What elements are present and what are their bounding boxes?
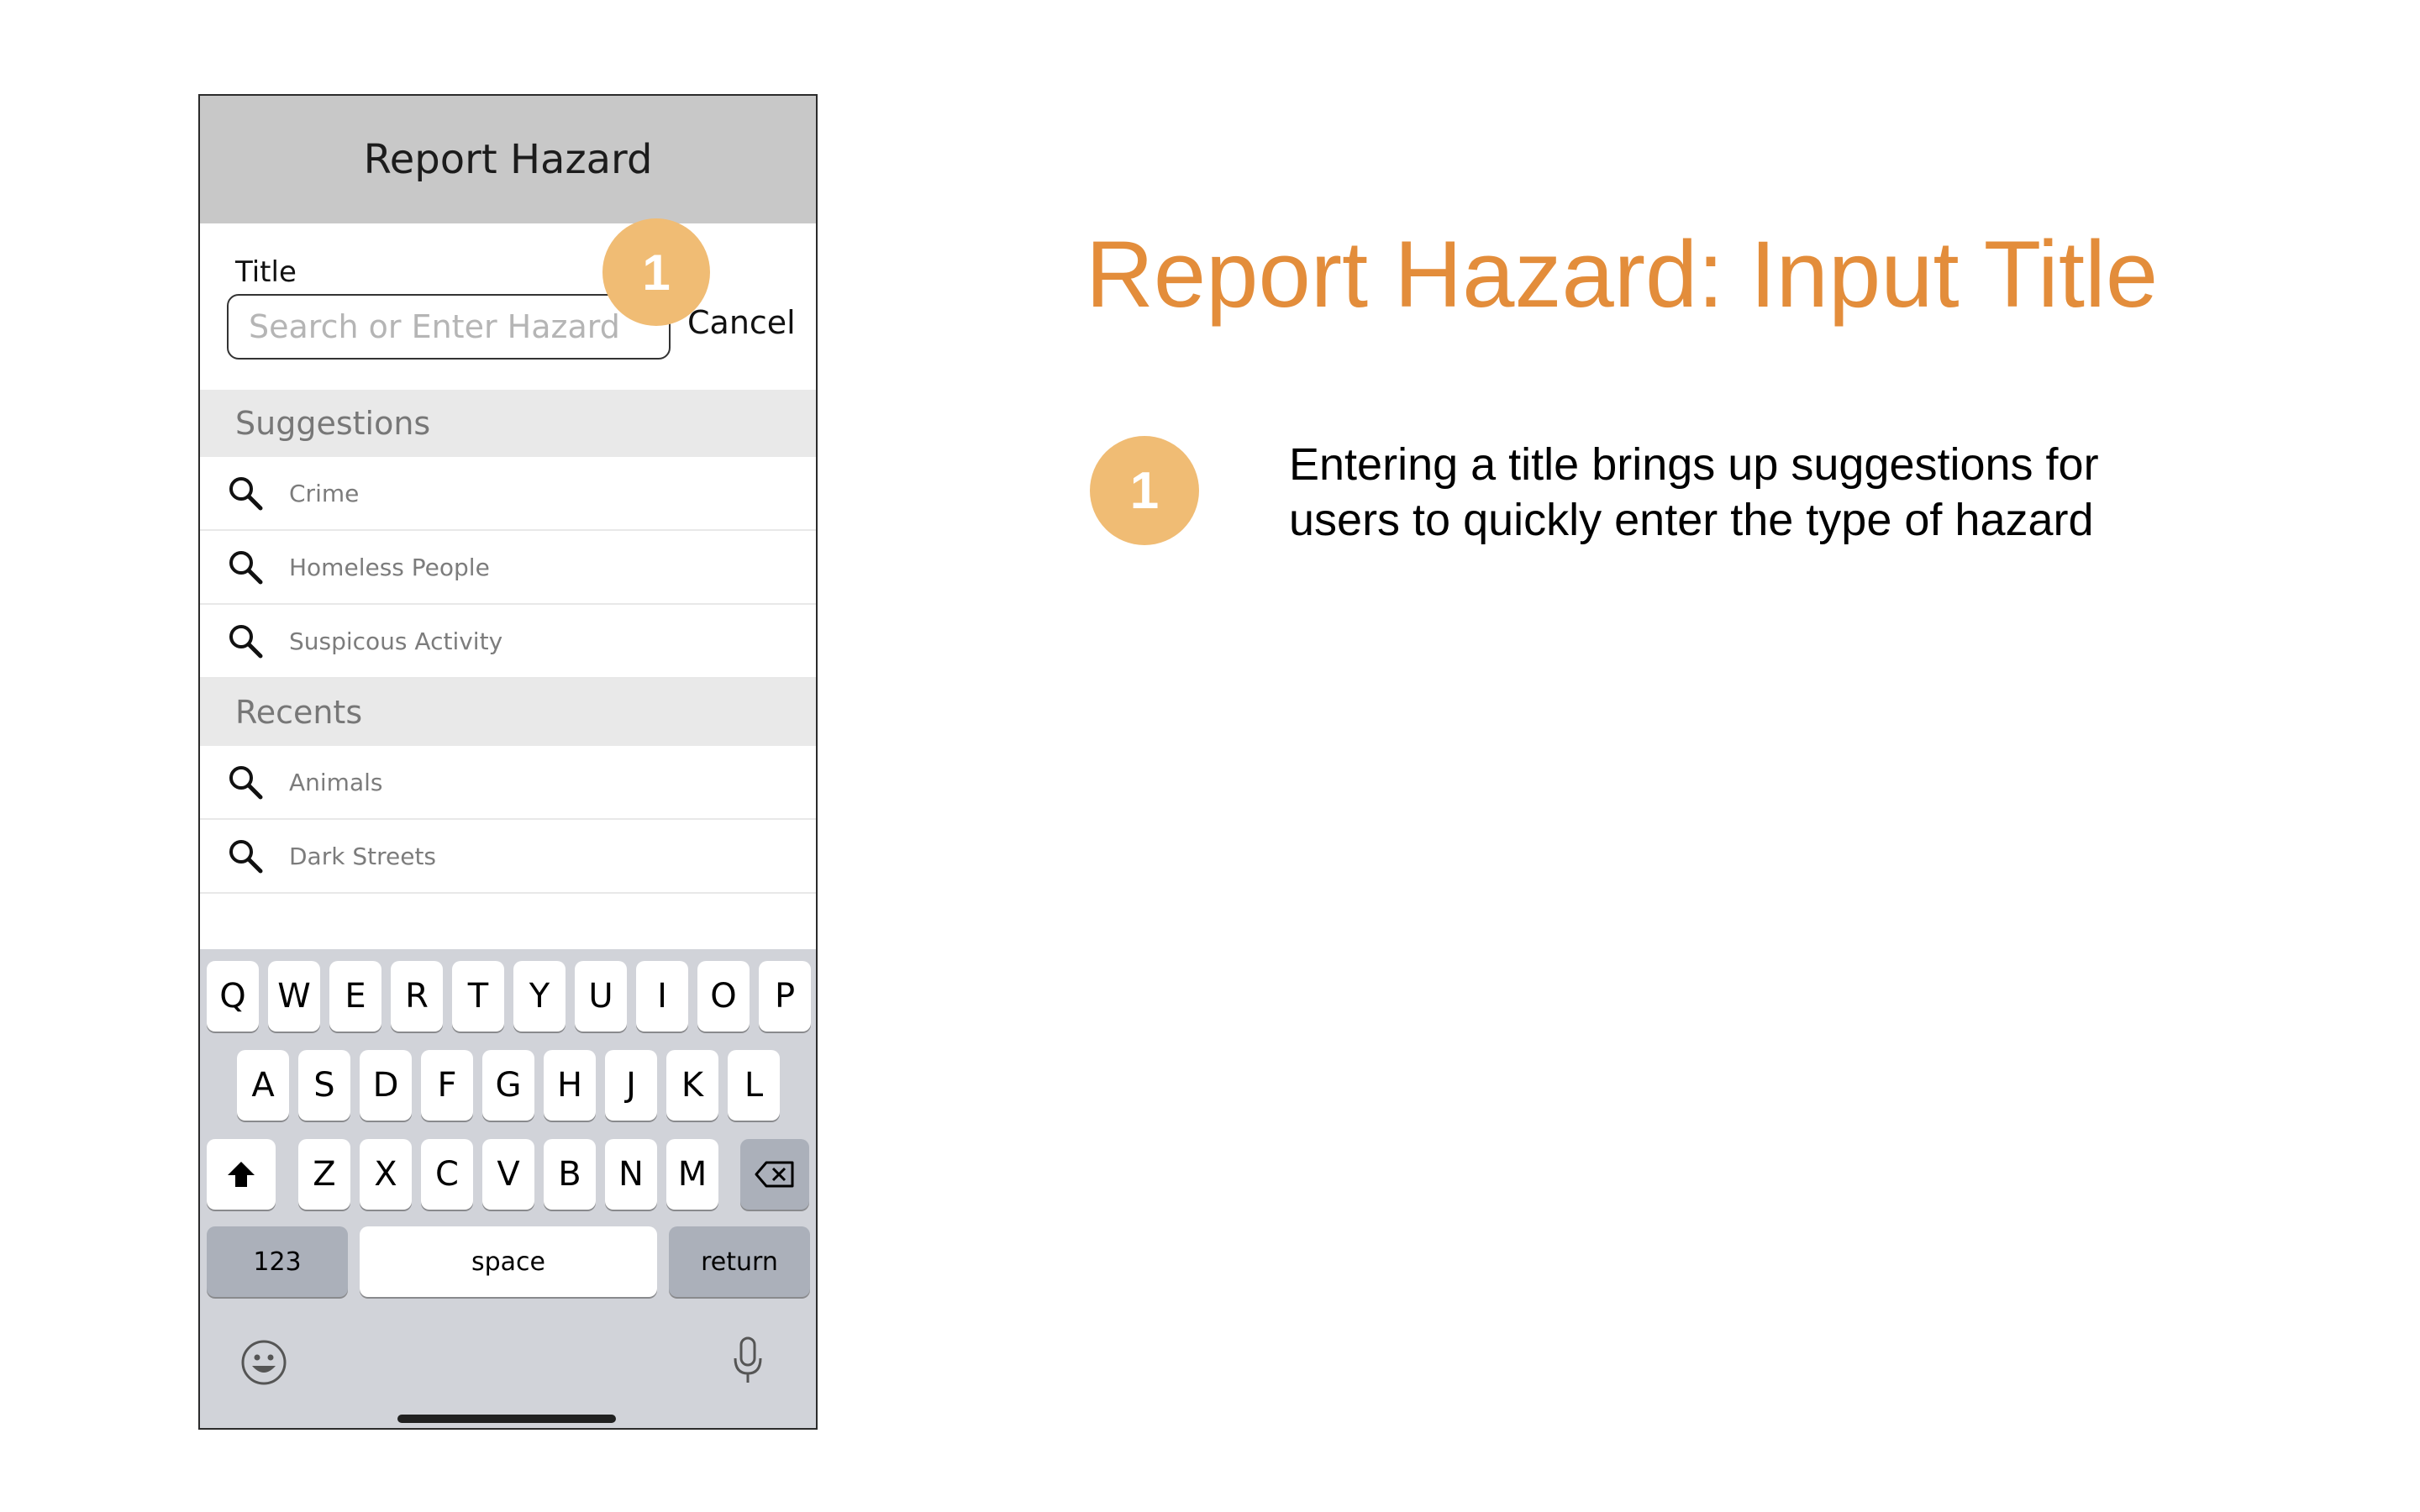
key-j[interactable]: J <box>605 1050 657 1121</box>
key-o[interactable]: O <box>697 961 750 1032</box>
annotation-badge: 1 <box>1090 436 1199 545</box>
key-p[interactable]: P <box>759 961 811 1032</box>
key-v[interactable]: V <box>482 1139 534 1210</box>
key-x[interactable]: X <box>360 1139 412 1210</box>
home-indicator <box>397 1415 616 1423</box>
suggestion-label: Crime <box>289 479 360 507</box>
slide-title: Report Hazard: Input Title <box>1086 222 2159 327</box>
hazard-search-input[interactable] <box>227 294 671 360</box>
key-m[interactable]: M <box>666 1139 718 1210</box>
search-icon <box>227 622 264 659</box>
annotation-text: Entering a title brings up suggestions f… <box>1289 439 2099 545</box>
suggestion-item-homeless-people[interactable]: Homeless People <box>200 531 816 605</box>
search-icon <box>227 475 264 512</box>
navigation-bar: Report Hazard <box>200 96 816 223</box>
suggestions-header: Suggestions <box>200 390 816 457</box>
key-e[interactable]: E <box>329 961 381 1032</box>
page-title: Report Hazard <box>363 136 653 183</box>
key-d[interactable]: D <box>360 1050 412 1121</box>
cancel-button[interactable]: Cancel <box>687 304 796 341</box>
suggestion-label: Suspicous Activity <box>289 627 503 655</box>
key-u[interactable]: U <box>575 961 627 1032</box>
suggestion-item-suspicous-activity[interactable]: Suspicous Activity <box>200 605 816 679</box>
key-n[interactable]: N <box>605 1139 657 1210</box>
emoji-icon[interactable] <box>240 1339 287 1386</box>
return-key[interactable]: return <box>669 1226 810 1297</box>
microphone-icon[interactable] <box>731 1336 765 1386</box>
on-screen-keyboard: Q W E R T Y U I O P A S D F G H J K L Z … <box>200 949 816 1428</box>
recent-item-dark-streets[interactable]: Dark Streets <box>200 820 816 894</box>
key-g[interactable]: G <box>482 1050 534 1121</box>
key-y[interactable]: Y <box>513 961 566 1032</box>
key-a[interactable]: A <box>237 1050 289 1121</box>
recent-label: Dark Streets <box>289 842 437 870</box>
space-key[interactable]: space <box>360 1226 657 1297</box>
shift-key[interactable] <box>207 1139 276 1210</box>
recent-label: Animals <box>289 768 383 796</box>
key-b[interactable]: B <box>544 1139 596 1210</box>
backspace-icon <box>755 1161 794 1188</box>
suggestion-label: Homeless People <box>289 553 490 581</box>
recent-item-animals[interactable]: Animals <box>200 746 816 820</box>
key-r[interactable]: R <box>391 961 443 1032</box>
numbers-key[interactable]: 123 <box>207 1226 348 1297</box>
delete-key[interactable] <box>740 1139 809 1210</box>
key-f[interactable]: F <box>421 1050 473 1121</box>
key-l[interactable]: L <box>728 1050 780 1121</box>
key-w[interactable]: W <box>268 961 320 1032</box>
shift-icon <box>228 1162 255 1187</box>
title-label: Title <box>235 255 297 289</box>
phone-mockup: Report Hazard Title Cancel 1 Suggestions… <box>198 94 818 1430</box>
key-h[interactable]: H <box>544 1050 596 1121</box>
key-t[interactable]: T <box>452 961 504 1032</box>
key-k[interactable]: K <box>666 1050 718 1121</box>
search-icon <box>227 764 264 801</box>
key-i[interactable]: I <box>636 961 688 1032</box>
key-c[interactable]: C <box>421 1139 473 1210</box>
search-icon <box>227 837 264 874</box>
key-s[interactable]: S <box>298 1050 350 1121</box>
key-q[interactable]: Q <box>207 961 259 1032</box>
search-icon <box>227 549 264 585</box>
step-badge: 1 <box>602 218 710 326</box>
suggestion-item-crime[interactable]: Crime <box>200 457 816 531</box>
key-z[interactable]: Z <box>298 1139 350 1210</box>
recents-header: Recents <box>200 679 816 746</box>
